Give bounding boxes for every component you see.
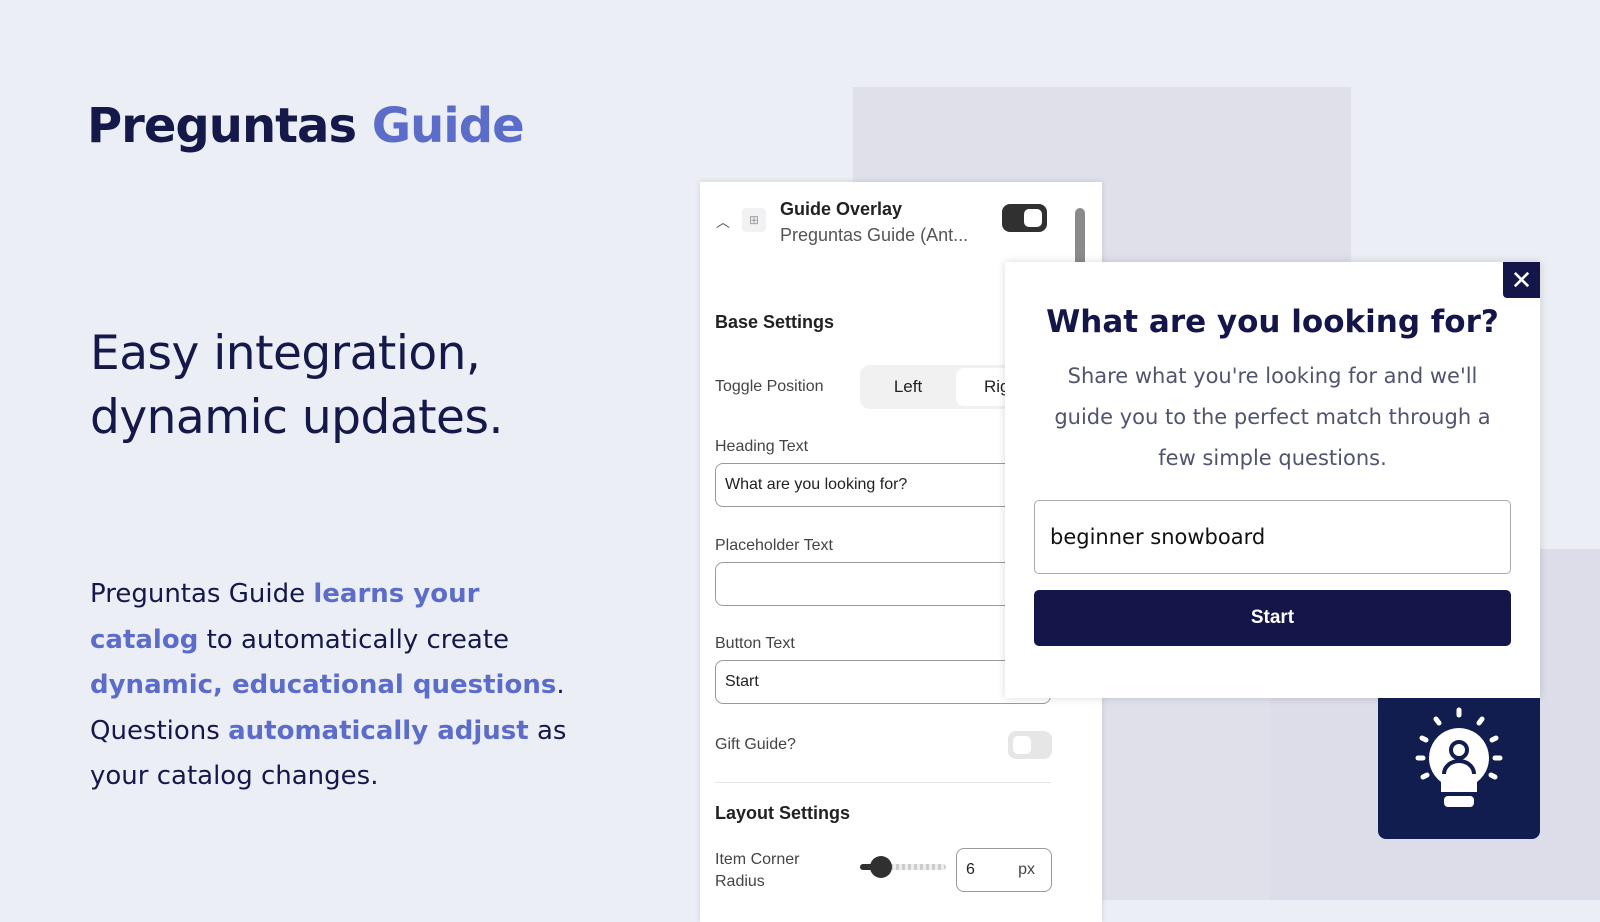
- heading-text-input[interactable]: What are you looking for?: [715, 463, 1051, 507]
- enable-toggle[interactable]: [1002, 204, 1047, 232]
- block-title: Guide Overlay: [780, 199, 903, 219]
- chevron-up-icon[interactable]: ︿: [716, 212, 730, 232]
- start-button[interactable]: Start: [1034, 590, 1511, 646]
- base-settings-heading: Base Settings: [715, 312, 835, 332]
- slider-handle[interactable]: [870, 856, 892, 878]
- highlight-text: automatically adjust: [228, 715, 529, 746]
- placeholder-text-input[interactable]: [715, 562, 1051, 606]
- block-subtitle: Preguntas Guide (Ant...: [780, 225, 969, 245]
- divider: [715, 782, 1051, 783]
- popup-description: Share what you're looking for and we'll …: [1054, 364, 1491, 470]
- gift-guide-label: Gift Guide?: [715, 736, 796, 753]
- close-button[interactable]: ✕: [1503, 262, 1540, 298]
- heading-text-label: Heading Text: [715, 438, 809, 455]
- gift-guide-toggle[interactable]: [1008, 731, 1052, 759]
- guide-launcher-button[interactable]: [1378, 698, 1540, 839]
- placeholder-text-label: Placeholder Text: [715, 537, 833, 554]
- button-text-label: Button Text: [715, 635, 795, 652]
- guide-popup: ✕ What are you looking for? Share what y…: [1005, 262, 1540, 698]
- tagline: Easy integration, dynamic updates.: [90, 326, 503, 445]
- layout-settings-heading: Layout Settings: [715, 803, 851, 823]
- button-text-input[interactable]: Start: [715, 660, 1051, 704]
- description: Preguntas Guide learns your catalog to a…: [90, 572, 580, 800]
- apps-add-icon: ⊞: [742, 208, 766, 232]
- corner-radius-label: Item Corner Radius: [715, 851, 800, 890]
- body-text: Preguntas Guide: [90, 579, 314, 609]
- popup-title: What are you looking for?: [1046, 304, 1499, 340]
- toggle-left-option[interactable]: Left: [860, 365, 956, 409]
- toggle-position-label: Toggle Position: [715, 378, 824, 395]
- corner-radius-input[interactable]: 6 px: [956, 848, 1052, 892]
- scrollbar[interactable]: [1075, 208, 1085, 268]
- brand-title: Preguntas Guide: [87, 98, 525, 154]
- highlight-text: dynamic, educational questions: [90, 670, 557, 700]
- search-input[interactable]: beginner snowboard: [1034, 500, 1511, 574]
- body-text: to automatically create: [198, 624, 510, 655]
- corner-radius-slider[interactable]: [860, 856, 946, 878]
- lightbulb-person-icon: [1415, 707, 1503, 807]
